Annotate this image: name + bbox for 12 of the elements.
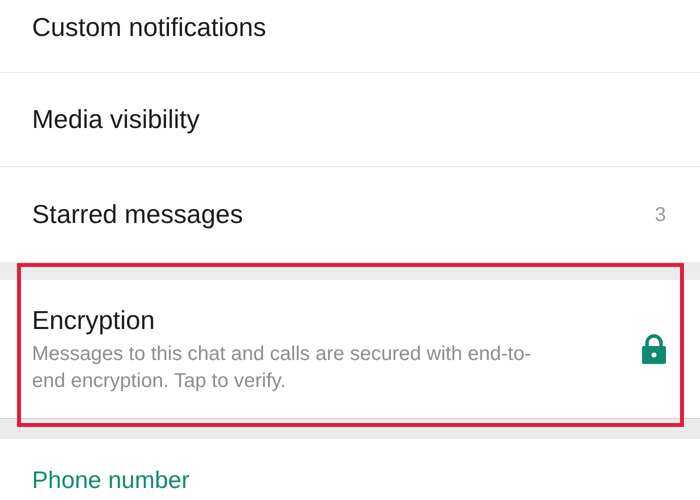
item-count: 3	[654, 202, 666, 228]
section-header: Phone number	[32, 467, 190, 494]
item-label: Custom notifications	[32, 11, 266, 44]
item-label: Starred messages	[32, 198, 243, 231]
settings-item[interactable]: Media visibility	[0, 73, 700, 167]
settings-item[interactable]: Starred messages 3	[0, 167, 700, 262]
item-label: Media visibility	[32, 103, 200, 136]
item-title: Encryption	[32, 304, 156, 337]
settings-item[interactable]: Custom notifications	[0, 0, 700, 73]
lock-icon	[641, 334, 667, 364]
item-description: Messages to this chat and calls are secured with end-to-end encryption. Tap to verify.	[32, 342, 532, 394]
encryption-item[interactable]: Encryption Messages to this chat and calls are secured with end-to-end encryption. Tap to verify.	[0, 280, 700, 419]
